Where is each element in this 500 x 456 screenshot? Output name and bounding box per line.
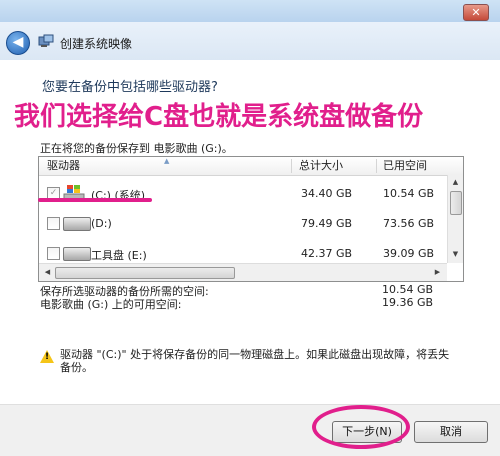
hard-drive-icon: [63, 247, 91, 261]
back-arrow-icon: ◀: [12, 34, 24, 50]
drive-used-space: 73.56 GB: [383, 217, 435, 230]
column-header-drive[interactable]: 驱动器: [47, 157, 80, 175]
available-space-value: 19.36 GB: [382, 296, 434, 309]
column-divider: [376, 159, 377, 173]
close-button[interactable]: ✕: [463, 4, 489, 21]
row-checkbox[interactable]: [47, 217, 60, 230]
backup-destination-text: 正在将您的备份保存到 电影歌曲 (G:)。: [40, 142, 233, 155]
scroll-down-icon[interactable]: ▼: [449, 248, 462, 261]
table-header: 驱动器 ▲ 总计大小 已用空间: [39, 157, 463, 176]
back-button[interactable]: ◀: [6, 31, 30, 55]
table-row[interactable]: (D:) 79.49 GB 73.56 GB: [39, 209, 447, 237]
drive-total-size: 79.49 GB: [301, 217, 353, 230]
annotation-overlay-text: 我们选择给C盘也就是系统盘做备份: [14, 102, 424, 132]
column-header-used-space[interactable]: 已用空间: [383, 157, 427, 175]
annotation-underline: [38, 198, 152, 202]
warning-message: 驱动器 "(C:)" 处于将保存备份的同一物理磁盘上。如果此磁盘出现故障，将丢失…: [60, 348, 450, 374]
column-header-total-size[interactable]: 总计大小: [299, 157, 343, 175]
drive-name: 工具盘 (E:): [91, 249, 147, 262]
row-checkbox[interactable]: [47, 247, 60, 260]
horizontal-scrollbar[interactable]: ◀ ▶: [39, 263, 447, 281]
drive-selection-question: 您要在备份中包括哪些驱动器?: [42, 80, 218, 95]
drive-table: 驱动器 ▲ 总计大小 已用空间 ✓ (C:) (系统) 34.40 GB 10.…: [38, 156, 464, 282]
table-row[interactable]: ✓ (C:) (系统) 34.40 GB 10.54 GB: [39, 179, 447, 207]
scroll-left-icon[interactable]: ◀: [41, 266, 54, 279]
annotation-circle: [312, 405, 410, 449]
sort-indicator-icon: ▲: [164, 157, 170, 165]
scroll-right-icon[interactable]: ▶: [431, 266, 444, 279]
scroll-up-icon[interactable]: ▲: [449, 176, 462, 189]
dialog-title: 创建系统映像: [60, 37, 133, 51]
vertical-scrollbar[interactable]: ▲ ▼: [447, 175, 463, 263]
drive-total-size: 34.40 GB: [301, 187, 353, 200]
drive-name: (D:): [91, 217, 112, 230]
scroll-thumb[interactable]: [450, 191, 462, 215]
required-space-value: 10.54 GB: [382, 283, 434, 296]
column-divider: [291, 159, 292, 173]
cancel-button[interactable]: 取消: [414, 421, 488, 443]
window-titlebar: [0, 0, 500, 23]
backup-app-icon: [38, 34, 54, 47]
drive-used-space: 39.09 GB: [383, 247, 435, 260]
scroll-thumb[interactable]: [55, 267, 235, 279]
drive-used-space: 10.54 GB: [383, 187, 435, 200]
available-space-label: 电影歌曲 (G:) 上的可用空间:: [40, 298, 182, 311]
drive-total-size: 42.37 GB: [301, 247, 353, 260]
warning-exclamation: !: [45, 352, 50, 362]
hard-drive-icon: [63, 217, 91, 231]
